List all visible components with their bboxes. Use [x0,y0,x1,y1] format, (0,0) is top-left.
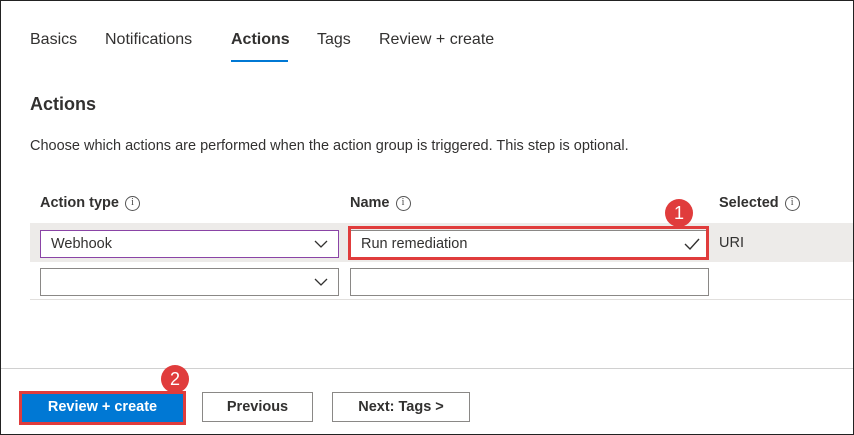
action-name-field[interactable] [350,268,709,296]
tab-tags[interactable]: Tags [317,31,351,49]
row-divider [30,299,853,300]
column-header-action-type: Action type i [40,195,140,211]
tab-notifications[interactable]: Notifications [105,31,192,49]
select-value: Webhook [51,236,112,252]
tab-basics[interactable]: Basics [30,31,77,49]
column-label: Action type [40,195,119,211]
info-icon[interactable]: i [124,195,140,211]
active-tab-indicator [231,60,288,62]
callout-badge: 2 [161,365,189,393]
column-header-selected: Selected i [719,195,800,211]
section-title: Actions [30,94,97,114]
chevron-down-icon [314,278,328,286]
action-type-select[interactable]: Webhook [40,230,339,258]
column-label: Selected [719,195,779,211]
action-name-field[interactable]: Run remediation [350,230,707,258]
footer-divider [1,368,853,369]
action-group-wizard: Basics Notifications Actions Tags Review… [0,0,854,435]
action-type-select[interactable] [40,268,339,296]
previous-button[interactable]: Previous [202,392,313,422]
field-value: Run remediation [361,236,468,252]
checkmark-icon [684,238,700,251]
next-tags-button[interactable]: Next: Tags > [332,392,470,422]
tab-actions[interactable]: Actions [231,31,290,49]
chevron-down-icon [314,240,328,248]
section-description: Choose which actions are performed when … [30,138,629,154]
review-create-button[interactable]: Review + create [21,392,184,422]
selected-value: URI [719,235,744,251]
info-icon[interactable]: i [784,195,800,211]
column-label: Name [350,195,390,211]
info-icon[interactable]: i [395,195,411,211]
column-header-name: Name i [350,195,411,211]
callout-badge: 1 [665,199,693,227]
tab-review-create[interactable]: Review + create [379,31,494,49]
